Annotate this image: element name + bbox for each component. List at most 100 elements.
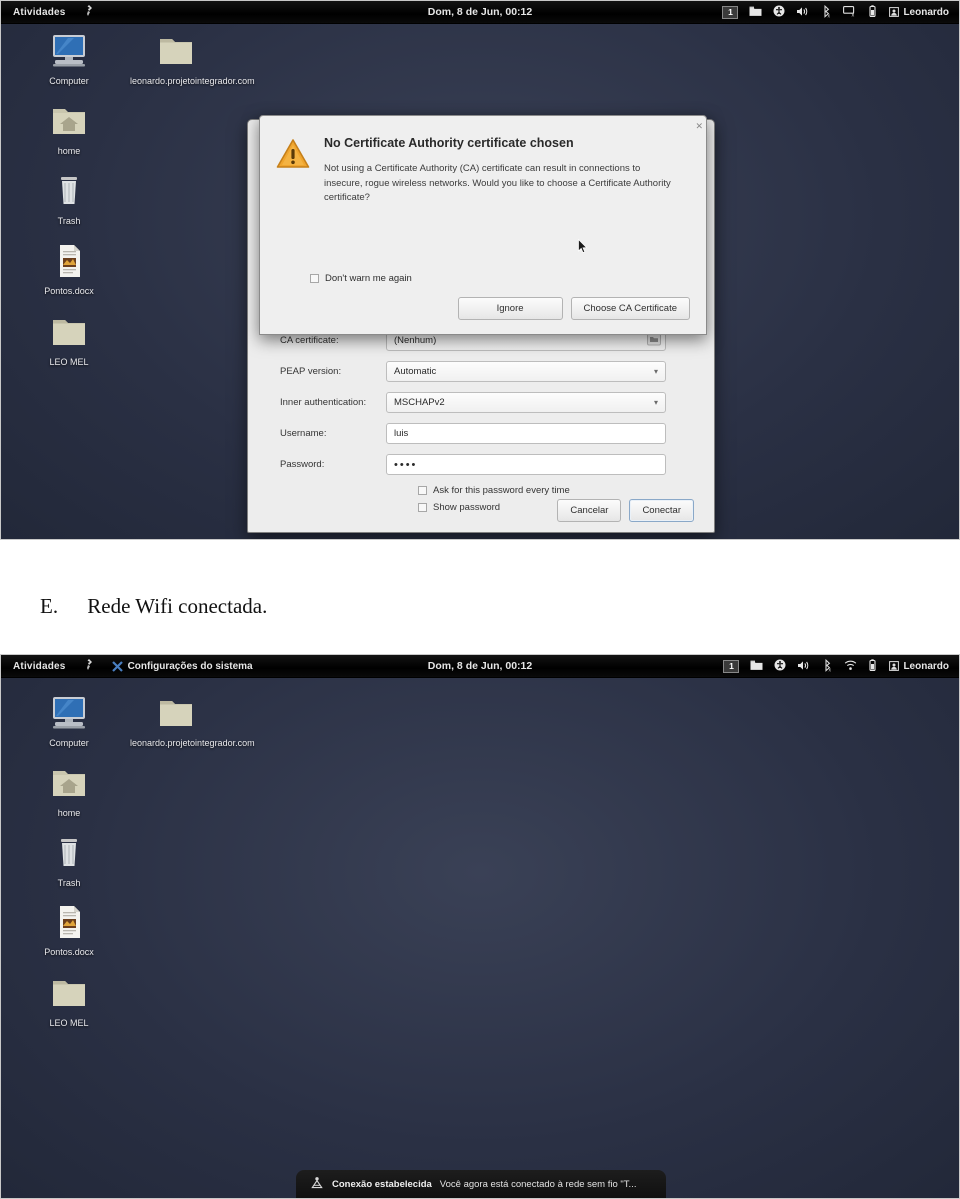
cancel-button[interactable]: Cancelar [557, 499, 622, 522]
home-folder-icon [23, 103, 115, 143]
screenshot-certificate-dialog: Atividades Dom, 8 de Jun, 00:12 1 x x Le… [0, 0, 960, 540]
warning-triangle-icon [276, 136, 316, 206]
volume-icon[interactable] [796, 6, 810, 19]
files-icon[interactable] [750, 660, 763, 673]
folder-icon [130, 695, 222, 735]
ask-password-checkbox[interactable]: Ask for this password every time [418, 485, 714, 496]
choose-ca-certificate-button[interactable]: Choose CA Certificate [570, 297, 690, 320]
field-label: Username: [280, 428, 327, 439]
gnome-top-bar: Atividades Dom, 8 de Jun, 00:12 1 x x Le… [1, 1, 959, 24]
desktop-icon-home[interactable]: home [23, 103, 115, 157]
workspace-indicator[interactable]: 1 [722, 5, 739, 19]
desktop-icon-computer[interactable]: Computer [23, 695, 115, 749]
folder-icon[interactable] [647, 333, 661, 349]
field-label: PEAP version: [280, 366, 342, 377]
desktop-icon-pontos-docx[interactable]: Pontos.docx [23, 904, 115, 958]
wifi-icon[interactable] [844, 660, 857, 673]
close-icon[interactable]: ✕ [695, 121, 703, 132]
mouse-cursor [578, 238, 588, 259]
connection-notification[interactable]: Conexão estabelecida Você agora está con… [296, 1170, 666, 1198]
peap-version-select[interactable]: Automatic ▾ [386, 361, 666, 382]
desktop-icon-pontos-docx[interactable]: Pontos.docx [23, 243, 115, 297]
document-icon [23, 904, 115, 944]
app-indicator-icon[interactable] [84, 658, 95, 674]
bluetooth-disabled-icon[interactable]: x [822, 658, 833, 674]
form-row-peap-version: PEAP version: Automatic ▾ [248, 361, 714, 382]
user-menu[interactable]: Leonardo [889, 7, 949, 18]
ca-certificate-dialog: ✕ No Certificate Authority certificate c… [259, 115, 707, 335]
folder-icon [23, 975, 115, 1015]
battery-icon[interactable] [868, 658, 878, 674]
username-input[interactable]: luis [386, 423, 666, 444]
gnome-top-bar: Atividades Configurações do sistema Dom,… [1, 655, 959, 678]
workspace-indicator[interactable]: 1 [723, 659, 740, 673]
home-folder-icon [23, 765, 115, 805]
checkbox-box [310, 274, 319, 283]
desktop-icon-trash[interactable]: Trash [23, 173, 115, 227]
desktop-icon-label: Trash [57, 216, 81, 226]
user-name: Leonardo [903, 660, 949, 672]
field-value: luis [394, 428, 409, 439]
status-area: 1 x Leonardo [723, 658, 959, 674]
checkbox-label: Ask for this password every time [433, 485, 570, 496]
desktop-icon-leo-mel[interactable]: LEO MEL [23, 314, 115, 368]
caption-text: Rede Wifi conectada. [87, 594, 268, 618]
connect-button[interactable]: Conectar [629, 499, 694, 522]
desktop-icon-home[interactable]: home [23, 765, 115, 819]
activities-button[interactable]: Atividades [1, 661, 66, 672]
folder-icon [130, 33, 222, 73]
desktop-icon-leonardo-projeto[interactable]: leonardo.projetointegrador.com [130, 33, 255, 87]
desktop-icon-label: Trash [57, 878, 81, 888]
user-name: Leonardo [903, 6, 949, 18]
computer-icon [23, 695, 115, 735]
desktop-icon-label: Computer [49, 76, 89, 86]
battery-icon[interactable] [868, 4, 878, 20]
desktop-icon-label: Pontos.docx [44, 286, 94, 296]
desktop-icon-label: home [57, 808, 81, 818]
files-icon[interactable] [749, 6, 762, 19]
notification-title: Conexão estabelecida [332, 1178, 432, 1190]
desktop-icon-computer[interactable]: Computer [23, 33, 115, 87]
status-area: 1 x x Leonardo [722, 4, 959, 20]
desktop-icon-leonardo-projeto[interactable]: leonardo.projetointegrador.com [130, 695, 255, 749]
computer-icon [23, 33, 115, 73]
field-label: CA certificate: [280, 335, 339, 346]
accessibility-icon[interactable] [774, 659, 786, 673]
desktop-icon-leo-mel[interactable]: LEO MEL [23, 975, 115, 1029]
active-app-menu[interactable]: Configurações do sistema [111, 660, 253, 673]
checkbox-box [418, 503, 427, 512]
volume-icon[interactable] [797, 660, 811, 673]
desktop-icon-label: leonardo.projetointegrador.com [130, 76, 255, 86]
desktop-icon-label: home [57, 146, 81, 156]
desktop-icon-label: Pontos.docx [44, 947, 94, 957]
form-row-username: Username: luis [248, 423, 714, 444]
accessibility-icon[interactable] [773, 5, 785, 19]
trash-icon [23, 835, 115, 875]
trash-icon [23, 173, 115, 213]
checkbox-label: Show password [433, 502, 501, 513]
field-value: (Nenhum) [394, 335, 437, 346]
field-value: MSCHAPv2 [394, 397, 445, 408]
field-value: •••• [394, 458, 418, 471]
form-row-inner-auth: Inner authentication: MSCHAPv2 ▾ [248, 392, 714, 413]
dont-warn-checkbox[interactable]: Don't warn me again [310, 273, 412, 284]
bluetooth-disabled-icon[interactable]: x [821, 4, 832, 20]
screenshot-network-connected: Atividades Configurações do sistema Dom,… [0, 654, 960, 1199]
desktop-icon-label: leonardo.projetointegrador.com [130, 738, 255, 748]
user-menu[interactable]: Leonardo [889, 661, 949, 672]
desktop-icon-label: LEO MEL [49, 357, 89, 367]
caption-label: E. [40, 594, 59, 618]
app-indicator-icon[interactable] [84, 4, 95, 20]
document-icon [23, 243, 115, 283]
field-value: Automatic [394, 366, 437, 377]
ignore-button[interactable]: Ignore [457, 297, 563, 320]
wired-disconnected-icon[interactable]: x [843, 5, 857, 19]
desktop-icon-label: LEO MEL [49, 1018, 89, 1028]
dialog-body: Not using a Certificate Authority (CA) c… [324, 163, 671, 203]
desktop-icon-trash[interactable]: Trash [23, 835, 115, 889]
desktop-icon-label: Computer [49, 738, 89, 748]
activities-button[interactable]: Atividades [1, 7, 66, 18]
figure-caption: E. Rede Wifi conectada. [40, 594, 267, 619]
password-input[interactable]: •••• [386, 454, 666, 475]
inner-authentication-select[interactable]: MSCHAPv2 ▾ [386, 392, 666, 413]
